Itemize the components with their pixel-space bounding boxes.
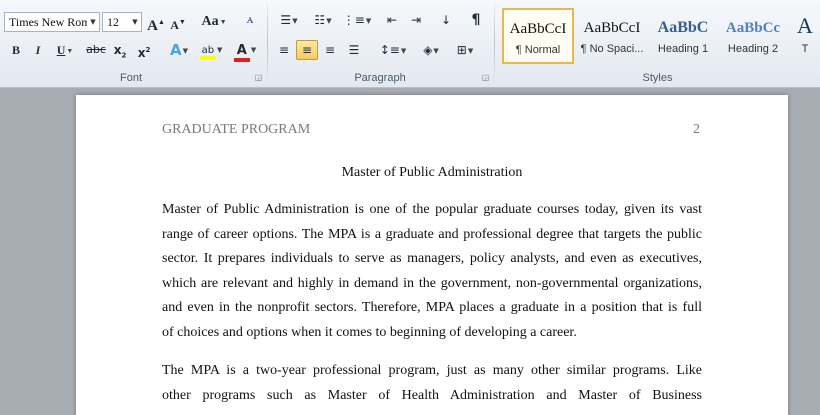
highlighter-icon: ab: [199, 45, 217, 60]
style-name: Heading 2: [727, 43, 779, 55]
multilevel-list-button[interactable]: ⋮≡▼: [342, 10, 372, 30]
chevron-down-icon[interactable]: ▼: [129, 13, 141, 31]
justify-button[interactable]: ☰: [344, 40, 364, 60]
style-name: ¶ Normal: [515, 44, 561, 56]
show-hide-marks-button[interactable]: ¶: [466, 10, 486, 30]
font-color-icon: A: [233, 42, 250, 62]
shrink-font-button[interactable]: A▼: [168, 12, 188, 32]
font-size-combo[interactable]: 12 ▼: [102, 12, 142, 32]
text-line: which are relevant and highly in demand …: [162, 275, 702, 291]
underline-icon: U: [56, 43, 66, 57]
text-line: The MPA is a two-year professional progr…: [162, 363, 702, 378]
font-name-value: Times New Rom: [9, 15, 91, 29]
text-line: sector. It prepares individuals to serve…: [162, 251, 702, 266]
numbering-icon: ☷: [314, 13, 326, 27]
paragraph-dialog-launcher-icon[interactable]: ◲: [481, 73, 490, 82]
style-sample: AaBbC: [657, 19, 709, 36]
bold-button[interactable]: B: [6, 40, 26, 60]
style-heading-1[interactable]: AaBbC Heading 1: [650, 8, 716, 64]
numbering-button[interactable]: ☷▼: [308, 10, 338, 30]
font-dialog-launcher-icon[interactable]: ◲: [254, 73, 263, 82]
paragraph-group-label: Paragraph: [354, 72, 406, 84]
style-sample: AaBbCc: [725, 20, 781, 36]
shading-button[interactable]: ◈▼: [416, 40, 446, 60]
decrease-indent-icon: ⇤: [386, 13, 398, 27]
italic-button[interactable]: I: [28, 40, 48, 60]
strikethrough-button[interactable]: abc: [86, 40, 106, 60]
multilevel-list-icon: ⋮≡: [342, 13, 365, 27]
style-title[interactable]: A T: [790, 8, 820, 64]
header-left-text: GRADUATE PROGRAM: [162, 122, 311, 137]
text-effects-icon: A: [170, 41, 182, 59]
pilcrow-icon: ¶: [471, 12, 481, 28]
style-sample: AaBbCcI: [583, 20, 641, 36]
style-no-spacing[interactable]: AaBbCcI ¶ No Spaci...: [576, 8, 648, 64]
paragraph-2: The MPA is a two-year professional progr…: [162, 359, 702, 408]
font-color-button[interactable]: A ▼: [230, 40, 260, 62]
grow-font-button[interactable]: A▲: [146, 12, 166, 34]
text-line: range of career options. The MPA is a gr…: [162, 226, 702, 242]
line-spacing-icon: ↕≡: [379, 43, 400, 57]
text-line: and even in the nonprofit sectors. There…: [162, 300, 702, 315]
align-right-icon: ≡: [324, 43, 336, 57]
decrease-indent-button[interactable]: ⇤: [382, 10, 402, 30]
style-sample: A: [797, 13, 813, 38]
ribbon: Times New Rom ▼ 12 ▼ A▲ A▼ Aa▼ ꭺ B I U▼ …: [0, 0, 820, 88]
change-case-icon: Aa: [201, 14, 219, 30]
align-center-button[interactable]: ≡: [296, 40, 318, 60]
styles-group-label: Styles: [642, 72, 673, 84]
bullets-button[interactable]: ☰▼: [274, 10, 304, 30]
style-name: Heading 1: [657, 43, 709, 55]
header-page-number: 2: [693, 122, 700, 137]
sort-button[interactable]: ↓: [436, 10, 456, 30]
text-line: other programs such as Master of Health …: [162, 387, 702, 403]
clear-formatting-icon: ꭺ: [246, 12, 254, 27]
shrink-font-icon: A: [170, 18, 179, 32]
text-line: of choices and options when it comes to …: [162, 324, 577, 340]
text-line: Master of Public Administration is one o…: [162, 202, 702, 217]
font-name-combo[interactable]: Times New Rom ▼: [4, 12, 100, 32]
bold-icon: B: [11, 43, 20, 57]
borders-icon: ⊞: [456, 43, 467, 57]
align-left-icon: ≡: [278, 43, 290, 57]
style-name: ¶ No Spaci...: [580, 43, 644, 55]
bullets-icon: ☰: [280, 13, 292, 27]
grow-font-icon: A: [147, 18, 158, 34]
italic-icon: I: [35, 43, 41, 57]
highlight-button[interactable]: ab ▼: [196, 40, 226, 60]
align-left-button[interactable]: ≡: [274, 40, 294, 60]
text-effects-button[interactable]: A▼: [166, 40, 192, 60]
subscript-button[interactable]: x2: [110, 40, 130, 60]
style-sample: AaBbCcI: [509, 21, 567, 37]
align-right-button[interactable]: ≡: [320, 40, 340, 60]
increase-indent-button[interactable]: ⇥: [406, 10, 426, 30]
font-group-label: Font: [119, 72, 142, 84]
paragraph-1: Master of Public Administration is one o…: [162, 198, 702, 345]
align-center-icon: ≡: [301, 43, 313, 57]
borders-button[interactable]: ⊞▼: [450, 40, 480, 60]
increase-indent-icon: ⇥: [410, 13, 422, 27]
font-size-value: 12: [107, 15, 119, 29]
document-page[interactable]: GRADUATE PROGRAM 2 Master of Public Admi…: [76, 95, 788, 415]
strikethrough-icon: abc: [86, 43, 106, 56]
justify-icon: ☰: [348, 43, 360, 57]
clear-formatting-button[interactable]: ꭺ: [240, 10, 260, 30]
paint-bucket-icon: ◈: [423, 43, 433, 57]
sort-icon: ↓: [440, 13, 452, 27]
superscript-button[interactable]: x2: [134, 40, 154, 60]
style-name: T: [801, 43, 809, 55]
style-normal[interactable]: AaBbCcI ¶ Normal: [502, 8, 574, 64]
chevron-down-icon[interactable]: ▼: [87, 13, 99, 31]
style-heading-2[interactable]: AaBbCc Heading 2: [718, 8, 788, 64]
change-case-button[interactable]: Aa▼: [200, 12, 228, 32]
underline-button[interactable]: U▼: [52, 40, 78, 60]
document-title: Master of Public Administration: [341, 165, 523, 180]
line-spacing-button[interactable]: ↕≡▼: [378, 40, 408, 60]
